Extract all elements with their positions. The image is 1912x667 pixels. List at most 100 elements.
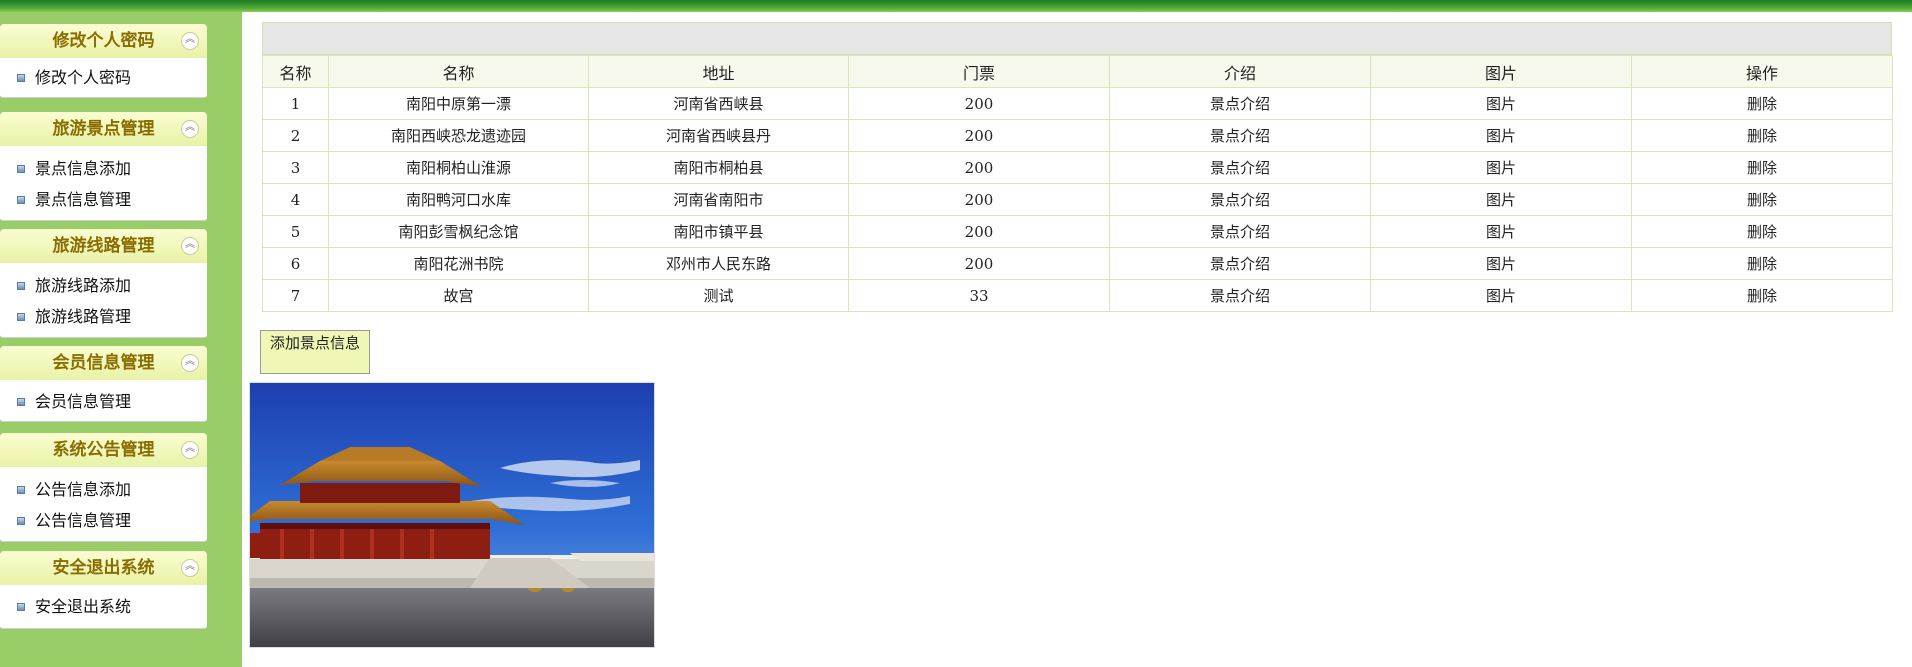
menu-group-member: 会员信息管理 ︽ 会员信息管理 [0,346,207,422]
row-index: 1 [262,87,329,120]
intro-link[interactable]: 景点介绍 [1109,87,1371,120]
menu-body: 修改个人密码 [0,58,207,98]
menu-group-route: 旅游线路管理 ︽ 旅游线路添加 旅游线路管理 [0,229,207,338]
row-index: 2 [262,119,329,152]
menu-header-member[interactable]: 会员信息管理 ︽ [0,346,207,380]
menu-group-scenic: 旅游景点管理 ︽ 景点信息添加 景点信息管理 [0,112,207,221]
table-row: 5 南阳彭雪枫纪念馆 南阳市镇平县 200 景点介绍 图片 删除 [262,215,1893,248]
column-header: 介绍 [1109,55,1371,88]
scenic-name: 南阳花洲书院 [328,247,589,280]
scenic-address: 河南省南阳市 [588,183,849,216]
menu-body: 景点信息添加 景点信息管理 [0,146,207,221]
ticket-price: 200 [848,151,1110,184]
menu-item-scenic-manage[interactable]: 景点信息管理 [0,184,207,215]
intro-link[interactable]: 景点介绍 [1109,151,1371,184]
delete-link[interactable]: 删除 [1631,119,1893,152]
menu-item-route-manage[interactable]: 旅游线路管理 [0,301,207,332]
menu-item-label: 旅游线路添加 [35,276,132,295]
menu-header-notice[interactable]: 系统公告管理 ︽ [0,433,207,467]
double-chevron-up-icon[interactable]: ︽ [181,120,199,138]
scenic-address: 南阳市桐柏县 [588,151,849,184]
square-bullet-icon [17,165,25,173]
intro-link[interactable]: 景点介绍 [1109,247,1371,280]
menu-item-label: 会员信息管理 [35,392,132,411]
square-bullet-icon [17,486,25,494]
column-header: 门票 [848,55,1110,88]
intro-link[interactable]: 景点介绍 [1109,119,1371,152]
row-index: 4 [262,183,329,216]
menu-item-label: 旅游线路管理 [35,307,132,326]
main-content: 名称 名称 地址 门票 介绍 图片 操作 1 南阳中原第一漂 河南省西峡县 20… [242,12,1912,667]
picture-link[interactable]: 图片 [1370,215,1632,248]
menu-item-label: 公告信息添加 [35,480,132,499]
ticket-price: 200 [848,119,1110,152]
double-chevron-up-icon[interactable]: ︽ [181,237,199,255]
picture-link[interactable]: 图片 [1370,279,1632,312]
row-index: 3 [262,151,329,184]
double-chevron-up-icon[interactable]: ︽ [181,441,199,459]
scenic-name: 南阳彭雪枫纪念馆 [328,215,589,248]
picture-link[interactable]: 图片 [1370,183,1632,216]
ticket-price: 200 [848,247,1110,280]
picture-link[interactable]: 图片 [1370,87,1632,120]
table-row: 7 故宫 测试 33 景点介绍 图片 删除 [262,279,1893,312]
intro-link[interactable]: 景点介绍 [1109,183,1371,216]
scenic-photo [249,382,655,648]
delete-link[interactable]: 删除 [1631,279,1893,312]
column-header: 名称 [328,55,589,88]
menu-body: 安全退出系统 [0,585,207,629]
table-row: 4 南阳鸭河口水库 河南省南阳市 200 景点介绍 图片 删除 [262,183,1893,216]
menu-group-title: 旅游线路管理 [52,236,155,256]
table-row: 1 南阳中原第一漂 河南省西峡县 200 景点介绍 图片 删除 [262,87,1893,120]
menu-group-notice: 系统公告管理 ︽ 公告信息添加 公告信息管理 [0,433,207,542]
ticket-price: 200 [848,87,1110,120]
scenic-address: 南阳市镇平县 [588,215,849,248]
add-scenic-button[interactable]: 添加景点信息 [260,330,370,374]
delete-link[interactable]: 删除 [1631,215,1893,248]
square-bullet-icon [17,398,25,406]
delete-link[interactable]: 删除 [1631,247,1893,280]
table-header-row: 名称 名称 地址 门票 介绍 图片 操作 [262,55,1893,88]
menu-item-change-password[interactable]: 修改个人密码 [0,62,207,93]
ticket-price: 200 [848,215,1110,248]
menu-header-logout[interactable]: 安全退出系统 ︽ [0,551,207,585]
menu-item-member-manage[interactable]: 会员信息管理 [0,386,207,417]
menu-item-route-add[interactable]: 旅游线路添加 [0,270,207,301]
menu-header-password[interactable]: 修改个人密码 ︽ [0,24,207,58]
menu-item-label: 景点信息管理 [35,190,132,209]
intro-link[interactable]: 景点介绍 [1109,215,1371,248]
delete-link[interactable]: 删除 [1631,183,1893,216]
menu-item-logout[interactable]: 安全退出系统 [0,591,207,622]
picture-link[interactable]: 图片 [1370,247,1632,280]
square-bullet-icon [17,517,25,525]
intro-link[interactable]: 景点介绍 [1109,279,1371,312]
menu-item-notice-add[interactable]: 公告信息添加 [0,474,207,505]
menu-item-label: 修改个人密码 [35,68,132,87]
row-index: 6 [262,247,329,280]
row-index: 5 [262,215,329,248]
table-title-bar [262,22,1892,55]
delete-link[interactable]: 删除 [1631,87,1893,120]
picture-link[interactable]: 图片 [1370,119,1632,152]
scenic-address: 河南省西峡县 [588,87,849,120]
square-bullet-icon [17,196,25,204]
scenic-name: 故宫 [328,279,589,312]
menu-header-scenic[interactable]: 旅游景点管理 ︽ [0,112,207,146]
double-chevron-up-icon[interactable]: ︽ [181,559,199,577]
double-chevron-up-icon[interactable]: ︽ [181,354,199,372]
column-header: 图片 [1370,55,1632,88]
scenic-name: 南阳中原第一漂 [328,87,589,120]
column-header: 操作 [1631,55,1893,88]
menu-item-notice-manage[interactable]: 公告信息管理 [0,505,207,536]
delete-link[interactable]: 删除 [1631,151,1893,184]
menu-item-scenic-add[interactable]: 景点信息添加 [0,153,207,184]
double-chevron-up-icon[interactable]: ︽ [181,32,199,50]
picture-link[interactable]: 图片 [1370,151,1632,184]
menu-item-label: 公告信息管理 [35,511,132,530]
table-row: 3 南阳桐柏山淮源 南阳市桐柏县 200 景点介绍 图片 删除 [262,151,1893,184]
scenic-name: 南阳桐柏山淮源 [328,151,589,184]
menu-body: 旅游线路添加 旅游线路管理 [0,263,207,338]
menu-header-route[interactable]: 旅游线路管理 ︽ [0,229,207,263]
top-banner [0,0,1912,12]
menu-group-title: 系统公告管理 [52,440,155,460]
